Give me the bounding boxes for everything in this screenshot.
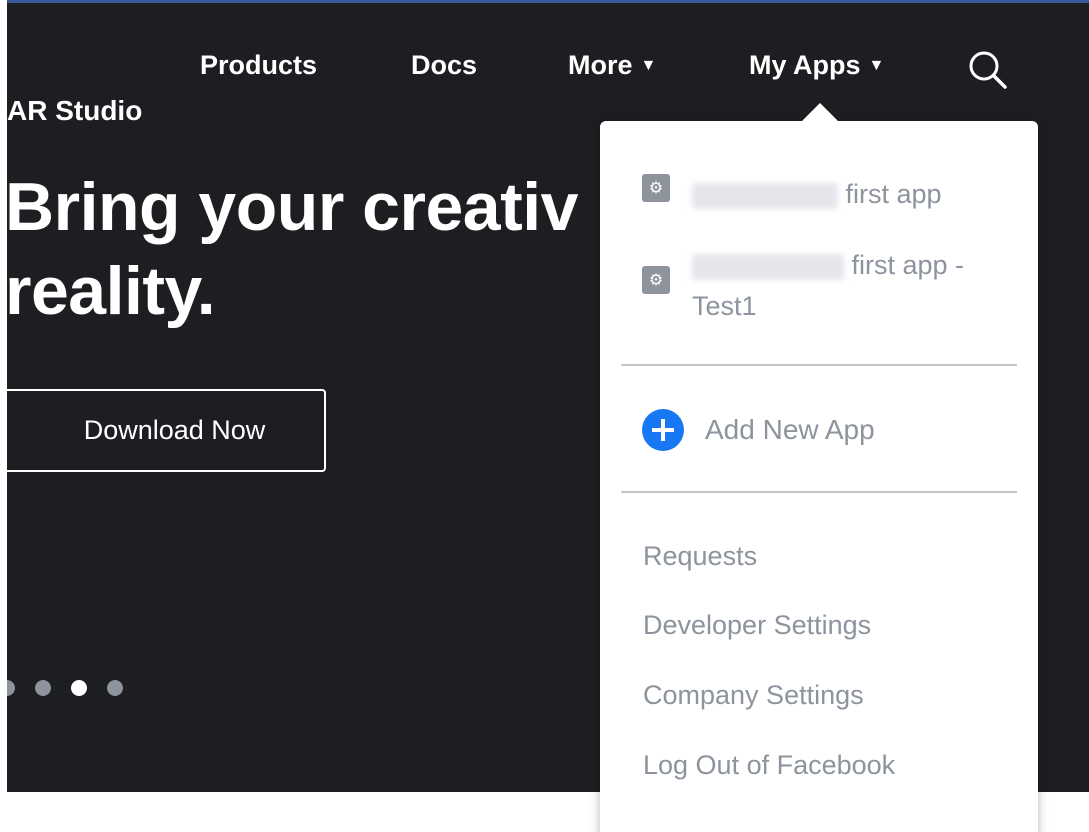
add-new-app-label: Add New App	[705, 414, 875, 445]
menu-link-company-settings[interactable]: Company Settings	[643, 680, 864, 711]
nav-more-label: More	[568, 50, 633, 80]
caret-down-icon: ▼	[868, 57, 885, 74]
nav-products-label: Products	[200, 50, 318, 80]
redacted-name	[692, 182, 838, 209]
nav-docs[interactable]: Docs	[411, 50, 477, 81]
search-icon[interactable]	[965, 47, 1011, 93]
my-apps-dropdown: ⚙ first app ⚙ first app - Test1 Add New …	[600, 121, 1038, 832]
nav-docs-label: Docs	[411, 50, 478, 80]
plus-icon	[642, 409, 684, 451]
headline-line-2: reality.	[7, 253, 216, 329]
download-now-button[interactable]: Download Now	[7, 389, 326, 472]
caret-down-icon: ▼	[640, 57, 657, 74]
dropdown-pointer	[800, 103, 840, 123]
hero-headline: Bring your creativ reality.	[7, 165, 578, 333]
menu-divider	[621, 364, 1017, 366]
nav-more[interactable]: More ▼	[568, 50, 656, 81]
brand-title[interactable]: AR Studio	[7, 95, 142, 127]
carousel-dot-active[interactable]	[71, 680, 87, 696]
redacted-name	[692, 253, 844, 280]
gear-icon: ⚙	[642, 174, 670, 202]
gear-icon: ⚙	[642, 266, 670, 294]
menu-link-developer-settings[interactable]: Developer Settings	[643, 610, 871, 641]
app-item-first-app[interactable]: ⚙ first app	[642, 174, 942, 215]
app-name: first app	[692, 174, 942, 215]
nav-products[interactable]: Products	[200, 50, 317, 81]
page: Products Docs More ▼ My Apps ▼ AR Studio B…	[0, 0, 1089, 832]
menu-link-requests[interactable]: Requests	[643, 541, 757, 572]
nav-my-apps-label: My Apps	[749, 50, 861, 80]
headline-line-1: Bring your creativ	[7, 169, 578, 245]
carousel-dots	[7, 680, 123, 696]
menu-divider	[621, 491, 1017, 493]
carousel-dot[interactable]	[7, 680, 15, 696]
download-now-label: Download Now	[83, 415, 266, 445]
menu-link-log-out[interactable]: Log Out of Facebook	[643, 750, 895, 781]
app-name: first app - Test1	[692, 250, 965, 321]
nav-my-apps[interactable]: My Apps ▼	[749, 50, 884, 81]
app-item-first-app-test1[interactable]: ⚙ first app - Test1	[642, 245, 964, 327]
carousel-dot[interactable]	[107, 680, 123, 696]
carousel-dot[interactable]	[35, 680, 51, 696]
add-new-app-button[interactable]: Add New App	[642, 409, 875, 451]
